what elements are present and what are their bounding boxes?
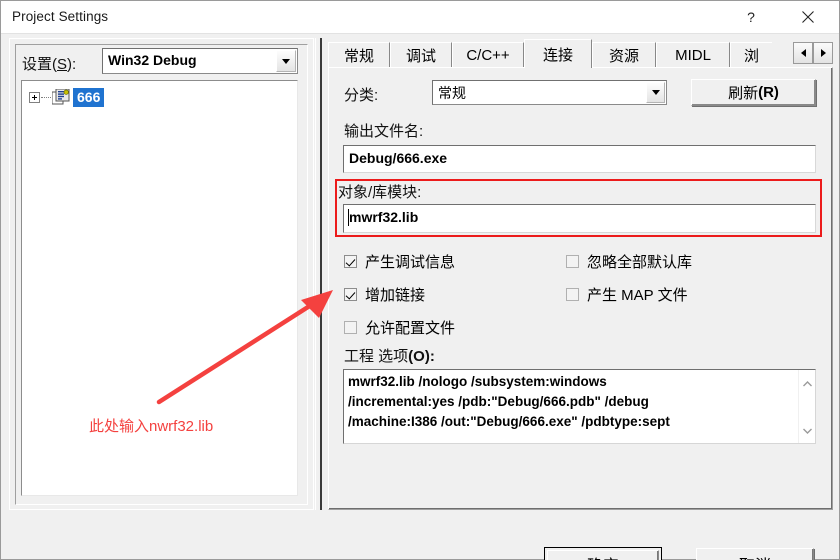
tab-resources[interactable]: 资源 <box>592 42 656 68</box>
checkbox-label: 产生 MAP 文件 <box>587 287 688 304</box>
cancel-button-label: 取消 <box>739 552 771 560</box>
close-icon <box>802 11 814 23</box>
chevron-down-icon <box>651 90 660 95</box>
checkbox-generate-debug-info[interactable]: 产生调试信息 <box>344 251 455 272</box>
settings-combobox-arrow[interactable] <box>276 50 296 72</box>
triangle-left-icon <box>800 49 806 57</box>
category-combobox-arrow[interactable] <box>646 82 665 103</box>
checkbox-label: 增加链接 <box>365 287 426 304</box>
dialog-body: 设置(S): Win32 Debug 666 常规 调试 C/C++ 连接 资源… <box>1 34 839 560</box>
pane-splitter[interactable] <box>315 38 322 510</box>
tab-c-cpp[interactable]: C/C++ <box>452 42 524 68</box>
objlib-input[interactable]: mwrf32.lib <box>343 204 816 233</box>
checkbox-icon <box>344 255 357 268</box>
tree-item-666[interactable]: 666 <box>29 87 105 107</box>
refresh-button-accel: (R) <box>758 84 779 101</box>
expand-plus-icon[interactable] <box>29 91 40 103</box>
close-button[interactable] <box>785 1 831 33</box>
tab-general[interactable]: 常规 <box>328 42 390 68</box>
output-filename-label: 输出文件名: <box>344 123 424 140</box>
checkbox-icon <box>344 288 357 301</box>
project-options-value: mwrf32.lib /nologo /subsystem:windows /i… <box>348 374 670 429</box>
output-filename-value: Debug/666.exe <box>349 150 448 166</box>
title-bar: Project Settings ? <box>1 1 839 34</box>
project-options-label-text: 工程 选项 <box>344 348 409 365</box>
chevron-down-icon <box>282 58 290 64</box>
checkbox-generate-map-file[interactable]: 产生 MAP 文件 <box>566 284 688 305</box>
checkbox-label: 产生调试信息 <box>365 254 456 271</box>
checkbox-ignore-all-default-libs[interactable]: 忽略全部默认库 <box>566 251 692 272</box>
tree-item-label: 666 <box>73 87 105 107</box>
window-title: Project Settings <box>12 9 109 24</box>
project-options-label-accel: (O): <box>408 348 435 365</box>
checkbox-enable-profiling[interactable]: 允许配置文件 <box>344 317 455 338</box>
tab-midl[interactable]: MIDL <box>656 42 730 68</box>
checkbox-label: 允许配置文件 <box>365 320 456 337</box>
tab-debug[interactable]: 调试 <box>390 42 452 68</box>
project-settings-dialog: Project Settings ? 设置(S): Win32 Debug 66… <box>0 0 840 560</box>
chevron-up-icon[interactable] <box>802 377 813 388</box>
tab-scroll-buttons <box>793 42 833 64</box>
tab-scroll-left-button[interactable] <box>793 42 813 64</box>
ok-button-label: 确定 <box>547 550 659 560</box>
project-icon <box>51 88 70 105</box>
category-combobox[interactable]: 常规 <box>432 80 667 105</box>
settings-pane: 设置(S): Win32 Debug 666 <box>9 38 314 510</box>
ok-button[interactable]: 确定 <box>544 547 662 560</box>
checkbox-incremental-link[interactable]: 增加链接 <box>344 284 425 305</box>
help-button[interactable]: ? <box>728 1 774 33</box>
chevron-down-icon[interactable] <box>802 423 813 434</box>
checkbox-icon <box>566 255 579 268</box>
cancel-button[interactable]: 取消 <box>696 548 814 560</box>
tab-browse[interactable]: 浏 <box>730 42 772 68</box>
refresh-button-label: 刷新 <box>728 85 759 102</box>
objlib-label: 对象/库模块: <box>338 184 422 201</box>
project-options-scrollbar[interactable] <box>798 370 815 443</box>
settings-tab-control: 常规 调试 C/C++ 连接 资源 MIDL 浏 分类: 常规 刷新 (R) 输… <box>328 38 833 510</box>
output-filename-input[interactable]: Debug/666.exe <box>343 145 816 173</box>
tab-link[interactable]: 连接 <box>524 39 592 68</box>
project-options-label: 工程 选项(O): <box>344 345 435 366</box>
project-options-textarea[interactable]: mwrf32.lib /nologo /subsystem:windows /i… <box>343 369 816 444</box>
link-tab-panel: 分类: 常规 刷新 (R) 输出文件名: Debug/666.exe 对象/库模块… <box>328 67 833 510</box>
checkbox-icon <box>566 288 579 301</box>
annotation-text: 此处输入nwrf32.lib <box>89 418 214 435</box>
triangle-right-icon <box>820 49 826 57</box>
refresh-button[interactable]: 刷新 (R) <box>691 79 816 106</box>
checkbox-icon <box>344 321 357 334</box>
checkbox-label: 忽略全部默认库 <box>587 254 693 271</box>
settings-combobox-value: Win32 Debug <box>108 52 197 68</box>
objlib-value: mwrf32.lib <box>349 209 419 225</box>
category-label: 分类: <box>344 87 379 104</box>
category-combobox-value: 常规 <box>438 85 466 101</box>
settings-label: 设置(S): <box>22 56 77 73</box>
settings-combobox[interactable]: Win32 Debug <box>102 48 298 74</box>
question-mark-icon: ? <box>747 9 755 25</box>
tree-connector <box>41 96 51 98</box>
tab-scroll-right-button[interactable] <box>813 42 833 64</box>
tab-strip: 常规 调试 C/C++ 连接 资源 MIDL 浏 <box>328 38 833 68</box>
